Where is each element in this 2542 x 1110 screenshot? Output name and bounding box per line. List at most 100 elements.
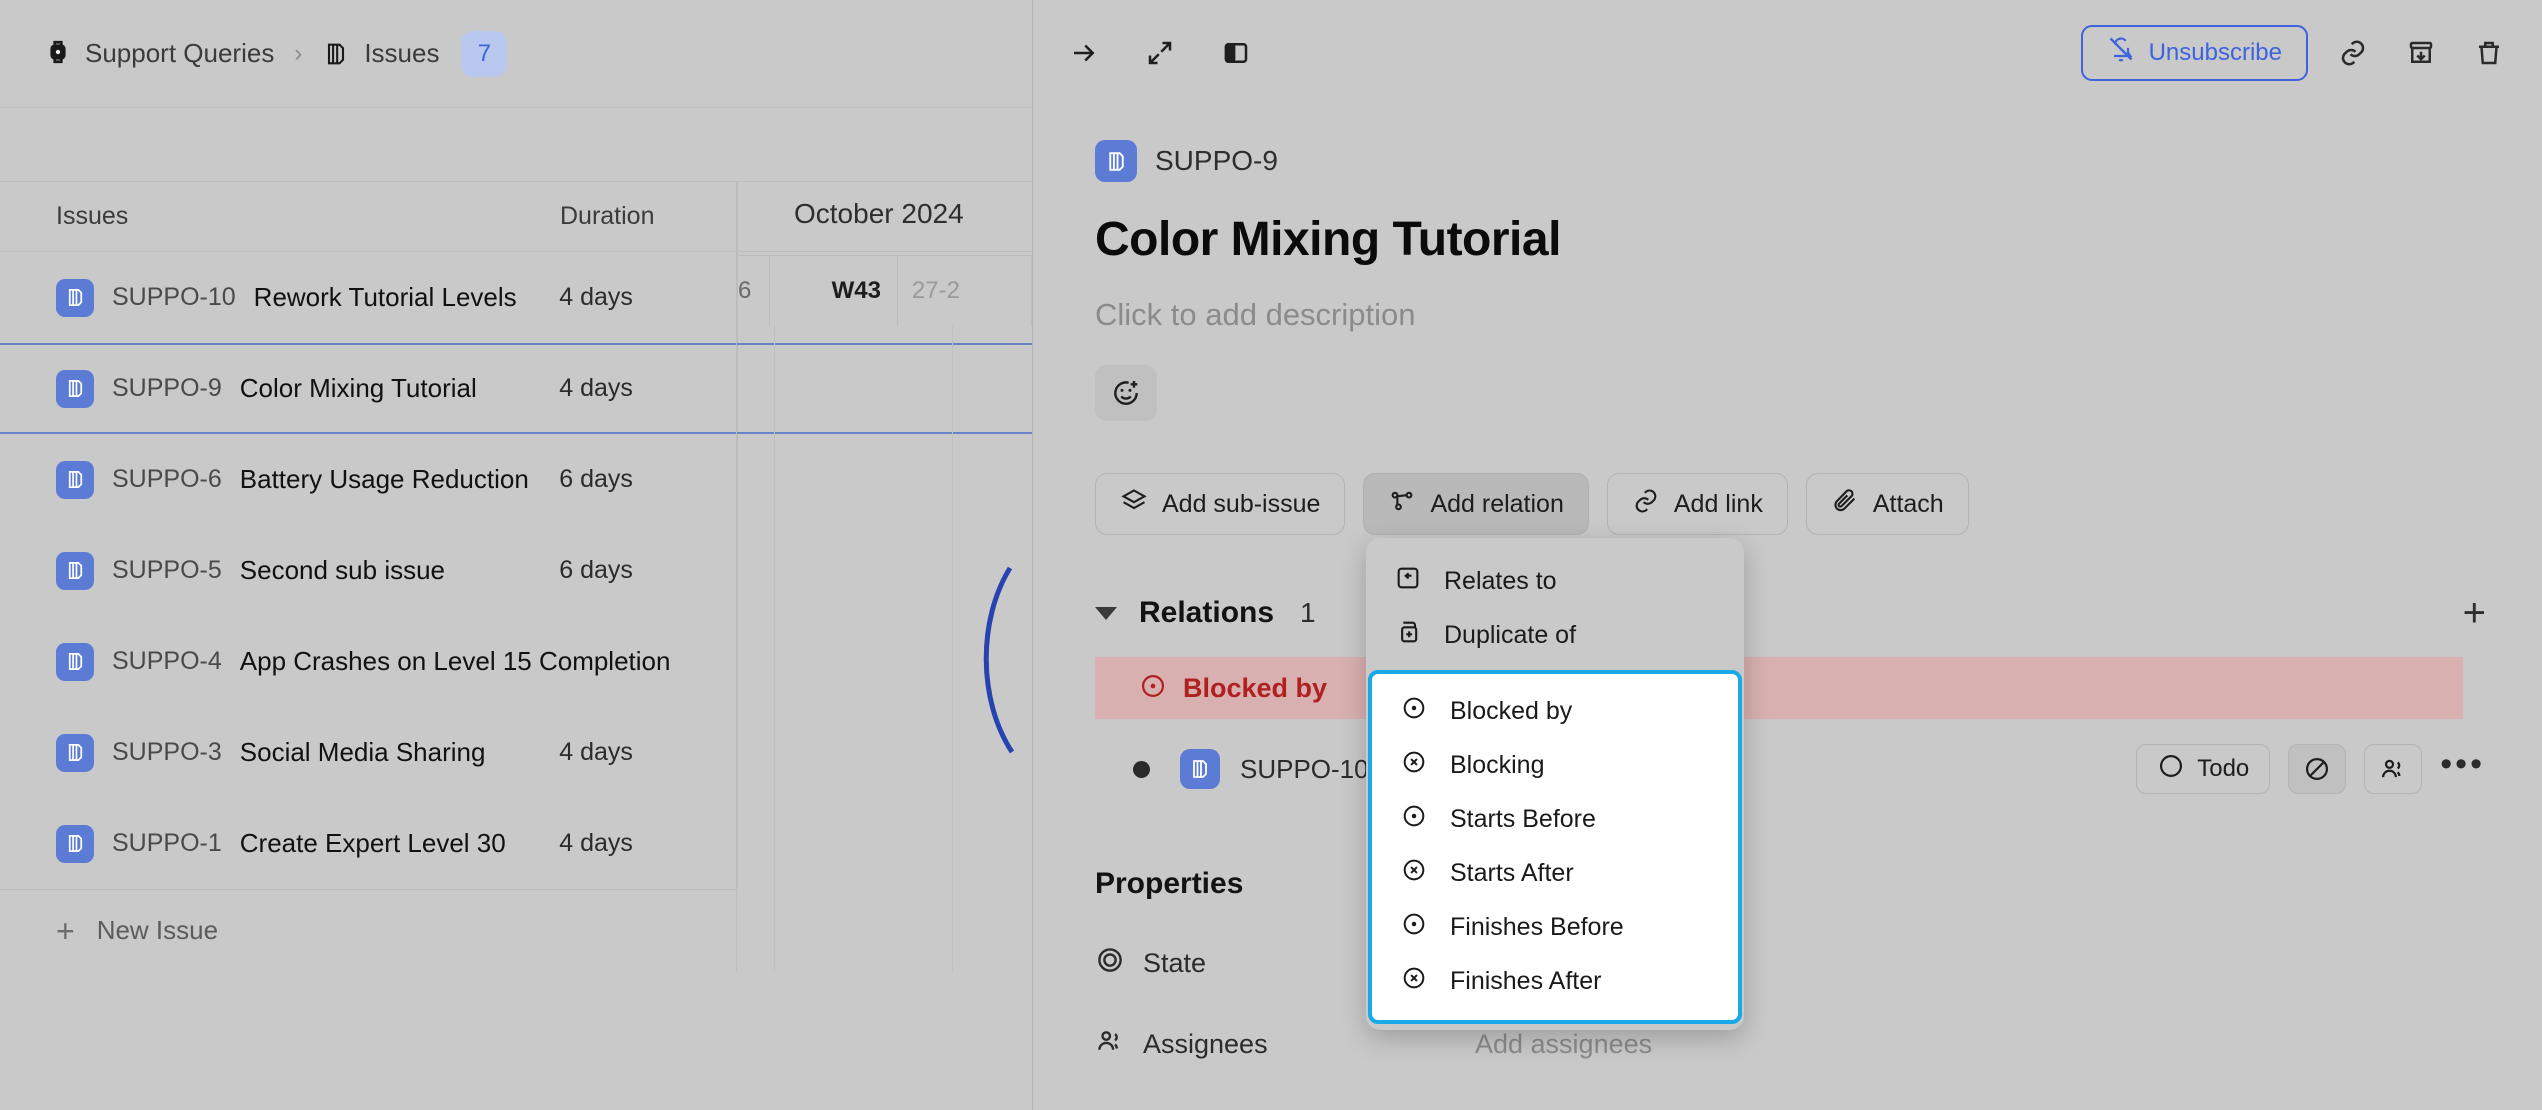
circle-dot-icon — [1400, 694, 1428, 729]
circle-x-icon — [1400, 856, 1428, 891]
dropdown-item-finishes-before[interactable]: Finishes Before — [1372, 900, 1738, 954]
row-timeline[interactable] — [737, 525, 1032, 616]
property-label: Assignees — [1095, 1026, 1475, 1063]
status-badge[interactable]: Todo — [2136, 744, 2271, 794]
row-left: SUPPO-10 Rework Tutorial Levels 4 days — [0, 252, 737, 343]
bell-off-icon — [2107, 35, 2135, 70]
issues-count-badge: 7 — [461, 30, 508, 77]
row-timeline[interactable] — [737, 434, 1032, 525]
expand-diagonal-icon[interactable] — [1137, 30, 1183, 76]
issue-cell[interactable]: SUPPO-3 Social Media Sharing — [0, 733, 559, 772]
table-row[interactable]: SUPPO-3 Social Media Sharing 4 days — [0, 707, 1032, 798]
row-timeline[interactable] — [737, 798, 1032, 889]
row-timeline[interactable] — [737, 252, 1032, 343]
issue-key: SUPPO-3 — [112, 738, 222, 766]
property-value[interactable]: Add assignees — [1475, 1029, 1652, 1060]
table-row[interactable]: SUPPO-5 Second sub issue 6 days — [0, 525, 1032, 616]
row-timeline[interactable] — [737, 616, 1032, 707]
stack-icon — [56, 278, 94, 317]
new-issue-button[interactable]: + New Issue — [0, 889, 737, 971]
issue-duration: 4 days — [559, 829, 633, 857]
bullet-icon — [1133, 760, 1150, 778]
attach-button[interactable]: Attach — [1805, 473, 1969, 535]
arrow-right-icon[interactable] — [1061, 30, 1107, 76]
issue-cell[interactable]: SUPPO-6 Battery Usage Reduction — [0, 460, 559, 499]
panel-header-left — [1061, 30, 1259, 76]
link-icon[interactable] — [2330, 30, 2376, 76]
table-row[interactable]: SUPPO-4 App Crashes on Level 15 Completi… — [0, 616, 1032, 707]
add-relation-button[interactable]: Add relation — [1363, 473, 1589, 535]
relation-type-dropdown: Relates to Duplicate of Blocked by Block… — [1366, 538, 1744, 1030]
row-timeline[interactable] — [737, 707, 1032, 798]
users-icon — [1095, 1026, 1125, 1063]
add-sub-issue-button[interactable]: Add sub-issue — [1095, 473, 1346, 535]
issue-title: Rework Tutorial Levels — [253, 282, 517, 312]
users-icon[interactable] — [2364, 744, 2423, 794]
issue-actions: Add sub-issue Add relation Add link Atta… — [1095, 473, 2542, 535]
ellipsis-icon[interactable]: ••• — [2440, 747, 2485, 784]
dropdown-item-starts-before[interactable]: Starts Before — [1372, 792, 1738, 846]
link-icon — [1632, 487, 1660, 522]
relation-group-blocked-by: Blocked by — [1095, 657, 2463, 719]
add-link-label: Add link — [1673, 489, 1763, 518]
property-row-assignees[interactable]: Assignees Add assignees — [1095, 1026, 2542, 1063]
circle-icon — [2157, 752, 2185, 787]
table-row[interactable]: SUPPO-6 Battery Usage Reduction 6 days — [0, 434, 1032, 525]
issue-cell[interactable]: SUPPO-9 Color Mixing Tutorial — [0, 369, 559, 408]
dropdown-item-finishes-after[interactable]: Finishes After — [1372, 954, 1738, 1008]
chevron-down-icon[interactable] — [1095, 606, 1117, 620]
plus-icon[interactable]: + — [2463, 593, 2486, 633]
row-left: SUPPO-1 Create Expert Level 30 4 days — [0, 798, 737, 889]
table-row[interactable]: SUPPO-1 Create Expert Level 30 4 days — [0, 798, 1032, 889]
no-entry-icon[interactable] — [2288, 744, 2347, 794]
circle-dot-icon — [1139, 672, 1167, 705]
issue-key: SUPPO-4 — [112, 647, 222, 675]
breadcrumb-project[interactable]: Support Queries — [45, 38, 274, 69]
relation-item[interactable]: SUPPO-10 Todo ••• — [1095, 733, 2485, 805]
status-label: Todo — [2197, 755, 2250, 782]
row-left: SUPPO-9 Color Mixing Tutorial 4 days — [0, 345, 737, 432]
dropdown-item-label: Finishes After — [1450, 966, 1602, 995]
circle-x-icon — [1400, 748, 1428, 783]
row-timeline[interactable] — [737, 345, 1032, 432]
dropdown-item-label: Starts Before — [1450, 804, 1596, 833]
trash-icon[interactable] — [2466, 30, 2512, 76]
issue-cell[interactable]: SUPPO-1 Create Expert Level 30 — [0, 824, 559, 863]
dropdown-item-blocked-by[interactable]: Blocked by — [1372, 684, 1738, 738]
circle-dot-icon — [1400, 910, 1428, 945]
archive-icon[interactable] — [2398, 30, 2444, 76]
issue-key: SUPPO-6 — [112, 465, 222, 493]
emoji-plus-icon[interactable] — [1095, 365, 1157, 421]
column-header-duration: Duration — [560, 202, 655, 230]
page-title[interactable]: Color Mixing Tutorial — [1095, 212, 2542, 267]
issue-cell[interactable]: SUPPO-4 App Crashes on Level 15 Completi… — [0, 642, 670, 681]
panel-body: SUPPO-9 Color Mixing Tutorial Click to a… — [1033, 140, 2542, 1063]
toolbar-strip — [0, 108, 1032, 182]
breadcrumb-separator: › — [294, 39, 303, 67]
table-row[interactable]: SUPPO-10 Rework Tutorial Levels 4 days — [0, 252, 1032, 343]
add-sub-issue-label: Add sub-issue — [1162, 489, 1321, 518]
circle-x-icon — [1400, 964, 1428, 999]
row-left: SUPPO-3 Social Media Sharing 4 days — [0, 707, 737, 798]
watch-icon — [45, 39, 71, 69]
breadcrumb-section[interactable]: Issues — [322, 38, 439, 69]
stack-icon — [1180, 749, 1220, 789]
dropdown-item-relates-to[interactable]: Relates to — [1366, 554, 1744, 608]
dropdown-item-duplicate-of[interactable]: Duplicate of — [1366, 608, 1744, 662]
issue-cell[interactable]: SUPPO-10 Rework Tutorial Levels — [0, 278, 559, 317]
dropdown-item-starts-after[interactable]: Starts After — [1372, 846, 1738, 900]
dropdown-item-blocking[interactable]: Blocking — [1372, 738, 1738, 792]
add-link-button[interactable]: Add link — [1606, 473, 1788, 535]
circle-dot-icon — [1400, 802, 1428, 837]
panel-toggle-icon[interactable] — [1213, 30, 1259, 76]
stack-icon — [56, 642, 94, 681]
dropdown-item-label: Blocking — [1450, 750, 1545, 779]
table-row[interactable]: SUPPO-9 Color Mixing Tutorial 4 days — [0, 343, 1032, 434]
unsubscribe-button[interactable]: Unsubscribe — [2080, 24, 2308, 81]
description-placeholder[interactable]: Click to add description — [1095, 297, 2542, 333]
issue-cell[interactable]: SUPPO-5 Second sub issue — [0, 551, 559, 590]
stack-icon — [56, 733, 94, 772]
relations-section-header: Relations 1 + — [1095, 593, 2542, 633]
relation-icon — [1388, 487, 1416, 522]
property-row-state[interactable]: State — [1095, 945, 2542, 982]
